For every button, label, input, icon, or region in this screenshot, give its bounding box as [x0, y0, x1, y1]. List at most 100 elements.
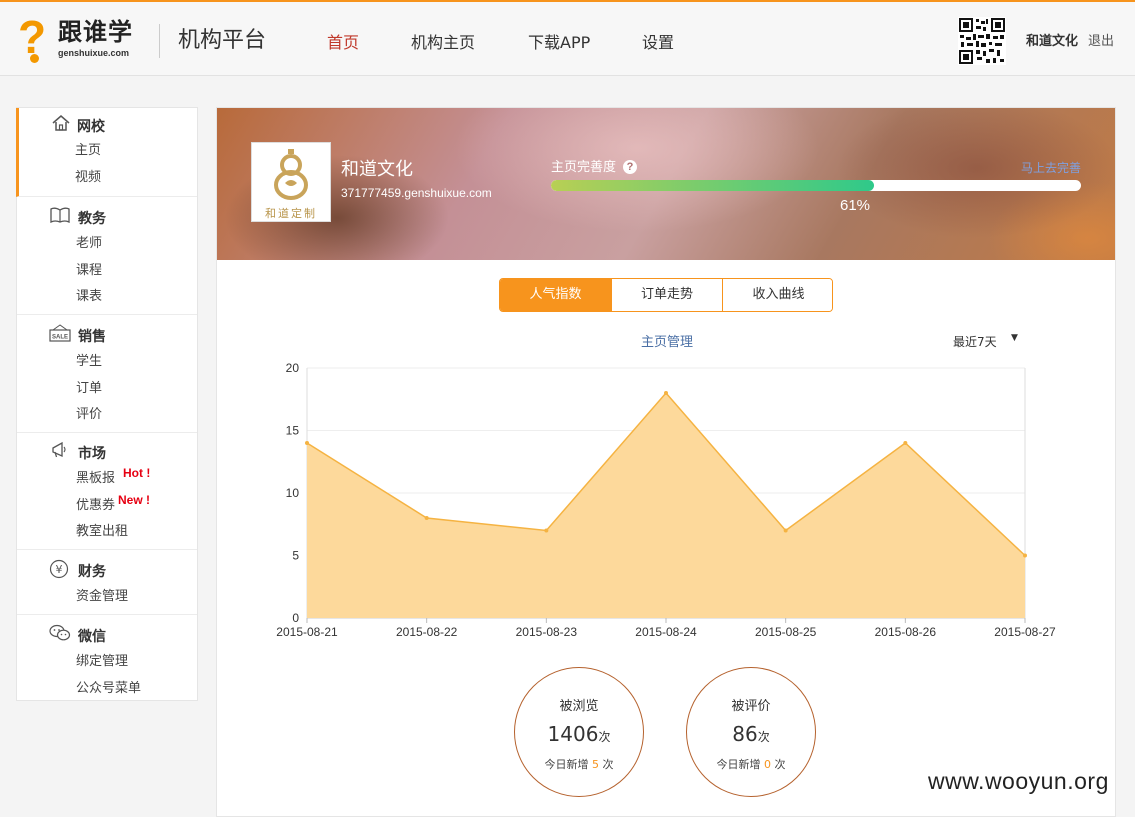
sidebar-item-teachers[interactable]: 老师: [17, 231, 197, 258]
logout-link[interactable]: 退出: [1088, 30, 1114, 49]
sidebar-item-public-account-menu[interactable]: 公众号菜单: [17, 676, 197, 703]
x-tick-label: 2015-08-24: [635, 625, 697, 639]
stat-unit: 次: [757, 730, 770, 744]
stat-today-value: 5: [592, 758, 599, 771]
institution-logo[interactable]: 和道定制: [251, 142, 331, 222]
sidebar-group-title: 教务: [78, 211, 106, 227]
header-divider: [159, 24, 160, 58]
sidebar-item-orders[interactable]: 订单: [17, 376, 197, 403]
sidebar-group-header: ¥ 财务: [17, 550, 197, 584]
sidebar-item-home[interactable]: 主页: [19, 138, 197, 165]
logo-dot: [30, 54, 39, 63]
nav-home[interactable]: 首页: [327, 32, 359, 54]
sidebar-group-sales: SALE 销售 学生 订单 评价: [17, 315, 197, 433]
y-tick-label: 15: [286, 424, 300, 438]
stat-today-prefix: 今日新增: [544, 758, 589, 771]
home-icon: [52, 114, 72, 134]
megaphone-icon: [50, 441, 70, 461]
sidebar-item-classroom-rental[interactable]: 教室出租: [17, 519, 197, 546]
sidebar-item-fund-management[interactable]: 资金管理: [17, 584, 197, 611]
svg-text:SALE: SALE: [52, 335, 68, 341]
data-point: [664, 391, 668, 395]
sidebar-item-label: 优惠券: [76, 497, 116, 513]
stat-reviews: 被评价 86次 今日新增 0 次: [686, 667, 816, 797]
qr-code-icon: [958, 17, 1006, 65]
completeness-progress-fill: [551, 180, 875, 191]
stat-value: 1406: [547, 722, 599, 746]
completeness-label: 主页完善度: [551, 160, 617, 175]
stat-today-value: 0: [764, 758, 771, 771]
logo-text: 跟谁学: [58, 18, 133, 46]
x-tick-label: 2015-08-26: [875, 625, 937, 639]
sidebar-group-header: 教务: [17, 197, 197, 231]
top-bar: ? 跟谁学 genshuixue.com 机构平台 首页 机构主页 下载APP …: [0, 0, 1135, 76]
sidebar-item-binding[interactable]: 绑定管理: [17, 649, 197, 676]
user-name[interactable]: 和道文化: [1026, 30, 1078, 49]
data-point: [783, 528, 788, 533]
sidebar-item-reviews[interactable]: 评价: [17, 402, 197, 429]
chart-title: 主页管理: [640, 335, 693, 350]
y-tick-label: 0: [292, 611, 299, 625]
y-tick-label: 20: [286, 361, 300, 375]
nav-download-app[interactable]: 下载APP: [528, 32, 590, 54]
hot-badge: Hot !: [123, 466, 151, 480]
sidebar-group-header: 市场: [17, 433, 197, 466]
stat-value-row: 1406次: [515, 722, 643, 746]
help-icon[interactable]: ?: [623, 160, 637, 174]
completeness-percent: 61%: [839, 197, 871, 214]
stats-tabs: 人气指数 订单走势 收入曲线: [499, 278, 833, 312]
sidebar-group-title: 网校: [77, 119, 105, 135]
y-tick-label: 10: [286, 486, 300, 500]
x-tick-label: 2015-08-25: [755, 625, 817, 639]
complete-now-link[interactable]: 马上去完善: [1021, 159, 1081, 176]
stat-value: 86: [732, 722, 758, 746]
x-tick-label: 2015-08-22: [396, 625, 458, 639]
data-point: [424, 516, 429, 520]
stat-unit: 次: [598, 730, 611, 744]
stat-today-unit: 次: [602, 758, 614, 771]
nav-institution-page[interactable]: 机构主页: [411, 32, 475, 54]
yen-icon: ¥: [49, 559, 69, 579]
y-tick-label: 5: [292, 549, 299, 563]
institution-logo-caption: 和道定制: [265, 207, 317, 220]
sidebar-item-video[interactable]: 视频: [19, 165, 197, 192]
data-point: [1023, 553, 1027, 558]
sidebar-item-bulletin[interactable]: 黑板报 Hot !: [17, 466, 197, 493]
date-range-select[interactable]: 最近7天: [953, 333, 997, 350]
x-tick-label: 2015-08-23: [516, 625, 578, 639]
stat-views: 被浏览 1406次 今日新增 5 次: [514, 667, 644, 797]
sidebar-group-title: 市场: [78, 446, 106, 462]
institution-domain[interactable]: 371777459.genshuixue.com: [341, 186, 492, 200]
logo-question-mark-icon: ?: [18, 11, 47, 63]
x-tick-label: 2015-08-27: [994, 625, 1056, 639]
sidebar-group-school: 网校 主页 视频: [16, 108, 197, 197]
popularity-chart: 0 5 10 15 20 2015-08-21 2015-08-22 2015-08-23 20…: [276, 361, 1056, 639]
sidebar-item-students[interactable]: 学生: [17, 349, 197, 376]
sidebar-group-title: 销售: [78, 329, 106, 345]
stat-label: 被浏览: [559, 699, 599, 714]
tab-popularity[interactable]: 人气指数: [500, 279, 611, 311]
tab-income-curve[interactable]: 收入曲线: [722, 279, 832, 311]
site-logo[interactable]: ? 跟谁学 genshuixue.com: [18, 14, 138, 64]
sidebar-group-academic: 教务 老师 课程 课表: [17, 197, 197, 315]
chevron-down-icon[interactable]: ▼: [1011, 333, 1018, 343]
sidebar-item-schedule[interactable]: 课表: [17, 284, 197, 311]
nav-settings[interactable]: 设置: [642, 32, 674, 54]
data-point: [903, 441, 908, 445]
sidebar-group-header: 网校: [19, 108, 197, 138]
stat-today-prefix: 今日新增: [716, 758, 761, 771]
wechat-icon: [49, 624, 71, 644]
sidebar-group-header: SALE 销售: [17, 315, 197, 349]
sidebar-item-coupons[interactable]: 优惠券 New !: [17, 493, 197, 520]
platform-title: 机构平台: [178, 28, 267, 53]
sidebar-item-courses[interactable]: 课程: [17, 258, 197, 285]
sidebar-group-wechat: 微信 绑定管理 公众号菜单: [17, 615, 197, 705]
profile-banner: 和道定制 和道文化 371777459.genshuixue.com 主页完善度…: [217, 108, 1115, 260]
stat-today-unit: 次: [774, 758, 786, 771]
svg-text:¥: ¥: [56, 563, 63, 576]
tab-order-trend[interactable]: 订单走势: [611, 279, 722, 311]
sidebar-group-header: 微信: [17, 615, 197, 649]
sidebar-item-label: 黑板报: [76, 471, 116, 486]
sidebar-group-marketing: 市场 黑板报 Hot ! 优惠券 New ! 教室出租: [17, 433, 197, 550]
logo-domain: genshuixue.com: [58, 48, 130, 58]
